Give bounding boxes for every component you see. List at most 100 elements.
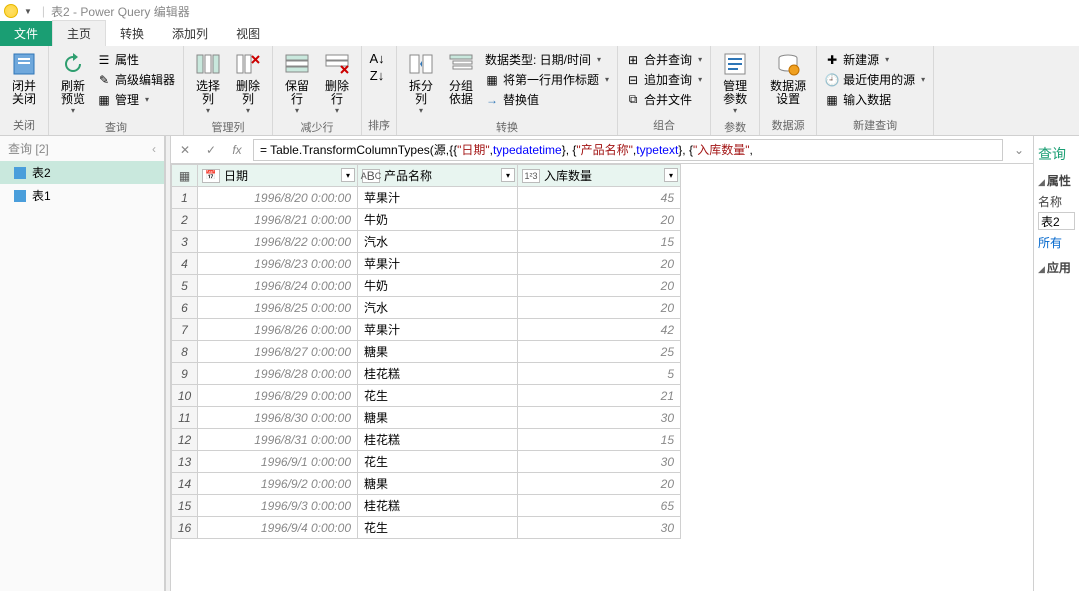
filter-icon[interactable]: ▾	[341, 168, 355, 182]
combine-files-button[interactable]: ⧉合并文件	[624, 90, 704, 109]
row-number[interactable]: 4	[172, 253, 198, 275]
type-text-icon[interactable]: ABC	[362, 169, 380, 183]
qat-dropdown-icon[interactable]: ▼	[24, 7, 32, 16]
row-number[interactable]: 7	[172, 319, 198, 341]
choose-columns-button[interactable]: 选择 列▾	[190, 48, 226, 117]
sort-asc-button[interactable]: A↓	[368, 50, 386, 66]
name-input[interactable]	[1038, 212, 1075, 230]
group-by-button[interactable]: 分组 依据	[443, 48, 479, 108]
table-row[interactable]: 10 1996/8/29 0:00:00 花生 21	[172, 385, 681, 407]
recent-sources-button[interactable]: 🕘最近使用的源▾	[823, 70, 927, 89]
cell-name[interactable]: 汽水	[358, 297, 518, 319]
cell-name[interactable]: 桂花糕	[358, 429, 518, 451]
table-row[interactable]: 2 1996/8/21 0:00:00 牛奶 20	[172, 209, 681, 231]
row-number[interactable]: 9	[172, 363, 198, 385]
table-row[interactable]: 3 1996/8/22 0:00:00 汽水 15	[172, 231, 681, 253]
cell-date[interactable]: 1996/8/22 0:00:00	[198, 231, 358, 253]
all-props-link[interactable]: 所有	[1038, 234, 1075, 251]
properties-button[interactable]: ☰属性	[95, 50, 177, 69]
cell-qty[interactable]: 21	[518, 385, 681, 407]
filter-icon[interactable]: ▾	[501, 168, 515, 182]
table-row[interactable]: 7 1996/8/26 0:00:00 苹果汁 42	[172, 319, 681, 341]
row-number[interactable]: 11	[172, 407, 198, 429]
cell-date[interactable]: 1996/9/2 0:00:00	[198, 473, 358, 495]
row-number[interactable]: 16	[172, 517, 198, 539]
refresh-preview-button[interactable]: 刷新 预览▾	[55, 48, 91, 117]
collapse-pane-icon[interactable]: ‹	[152, 142, 156, 156]
row-number[interactable]: 6	[172, 297, 198, 319]
cell-name[interactable]: 苹果汁	[358, 187, 518, 209]
table-row[interactable]: 16 1996/9/4 0:00:00 花生 30	[172, 517, 681, 539]
cell-date[interactable]: 1996/8/26 0:00:00	[198, 319, 358, 341]
cell-name[interactable]: 花生	[358, 517, 518, 539]
enter-data-button[interactable]: ▦输入数据	[823, 90, 927, 109]
cell-qty[interactable]: 42	[518, 319, 681, 341]
row-number[interactable]: 14	[172, 473, 198, 495]
row-number[interactable]: 13	[172, 451, 198, 473]
table-row[interactable]: 11 1996/8/30 0:00:00 糖果 30	[172, 407, 681, 429]
cell-qty[interactable]: 65	[518, 495, 681, 517]
cell-name[interactable]: 糖果	[358, 407, 518, 429]
row-number[interactable]: 10	[172, 385, 198, 407]
tab-view[interactable]: 视图	[222, 21, 274, 46]
row-number[interactable]: 15	[172, 495, 198, 517]
manage-params-button[interactable]: 管理 参数▾	[717, 48, 753, 117]
cell-name[interactable]: 糖果	[358, 341, 518, 363]
cell-name[interactable]: 桂花糕	[358, 495, 518, 517]
cell-name[interactable]: 桂花糕	[358, 363, 518, 385]
advanced-editor-button[interactable]: ✎高级编辑器	[95, 70, 177, 89]
cell-name[interactable]: 花生	[358, 451, 518, 473]
table-row[interactable]: 13 1996/9/1 0:00:00 花生 30	[172, 451, 681, 473]
cell-date[interactable]: 1996/8/20 0:00:00	[198, 187, 358, 209]
cell-date[interactable]: 1996/9/3 0:00:00	[198, 495, 358, 517]
data-grid[interactable]: ▦ 📅日期▾ ABC产品名称▾ 1²3入库数量▾ 1 1996/8/20 0:0…	[171, 164, 1033, 591]
cell-date[interactable]: 1996/8/31 0:00:00	[198, 429, 358, 451]
cell-qty[interactable]: 25	[518, 341, 681, 363]
corner-cell[interactable]: ▦	[172, 165, 198, 187]
append-queries-button[interactable]: ⊟追加查询▾	[624, 70, 704, 89]
table-row[interactable]: 15 1996/9/3 0:00:00 桂花糕 65	[172, 495, 681, 517]
cell-date[interactable]: 1996/8/25 0:00:00	[198, 297, 358, 319]
cell-name[interactable]: 糖果	[358, 473, 518, 495]
tab-home[interactable]: 主页	[52, 20, 106, 46]
cell-qty[interactable]: 15	[518, 231, 681, 253]
table-row[interactable]: 14 1996/9/2 0:00:00 糖果 20	[172, 473, 681, 495]
datasource-settings-button[interactable]: 数据源 设置	[766, 48, 810, 108]
cell-name[interactable]: 苹果汁	[358, 253, 518, 275]
tab-addcolumn[interactable]: 添加列	[158, 21, 222, 46]
expand-formula-button[interactable]: ⌄	[1009, 140, 1029, 160]
cell-qty[interactable]: 5	[518, 363, 681, 385]
data-type-button[interactable]: 数据类型: 日期/时间▾	[483, 50, 611, 69]
fx-icon[interactable]: fx	[227, 140, 247, 160]
row-number[interactable]: 2	[172, 209, 198, 231]
new-source-button[interactable]: ✚新建源▾	[823, 50, 927, 69]
cell-qty[interactable]: 20	[518, 297, 681, 319]
cell-name[interactable]: 苹果汁	[358, 319, 518, 341]
first-row-headers-button[interactable]: ▦将第一行用作标题▾	[483, 70, 611, 89]
table-row[interactable]: 5 1996/8/24 0:00:00 牛奶 20	[172, 275, 681, 297]
accept-formula-button[interactable]: ✓	[201, 140, 221, 160]
cell-qty[interactable]: 30	[518, 451, 681, 473]
split-column-button[interactable]: 拆分 列▾	[403, 48, 439, 117]
cell-qty[interactable]: 45	[518, 187, 681, 209]
cell-date[interactable]: 1996/8/21 0:00:00	[198, 209, 358, 231]
type-int-icon[interactable]: 1²3	[522, 169, 540, 183]
cell-date[interactable]: 1996/8/23 0:00:00	[198, 253, 358, 275]
table-row[interactable]: 8 1996/8/27 0:00:00 糖果 25	[172, 341, 681, 363]
cell-date[interactable]: 1996/8/29 0:00:00	[198, 385, 358, 407]
cell-qty[interactable]: 20	[518, 275, 681, 297]
cell-date[interactable]: 1996/9/4 0:00:00	[198, 517, 358, 539]
row-number[interactable]: 5	[172, 275, 198, 297]
cell-qty[interactable]: 30	[518, 407, 681, 429]
cell-date[interactable]: 1996/8/28 0:00:00	[198, 363, 358, 385]
cell-qty[interactable]: 20	[518, 209, 681, 231]
cell-qty[interactable]: 30	[518, 517, 681, 539]
cell-date[interactable]: 1996/8/30 0:00:00	[198, 407, 358, 429]
table-row[interactable]: 1 1996/8/20 0:00:00 苹果汁 45	[172, 187, 681, 209]
row-number[interactable]: 8	[172, 341, 198, 363]
cancel-formula-button[interactable]: ✕	[175, 140, 195, 160]
cell-qty[interactable]: 20	[518, 253, 681, 275]
cell-qty[interactable]: 20	[518, 473, 681, 495]
column-header-date[interactable]: 📅日期▾	[198, 165, 358, 187]
row-number[interactable]: 3	[172, 231, 198, 253]
